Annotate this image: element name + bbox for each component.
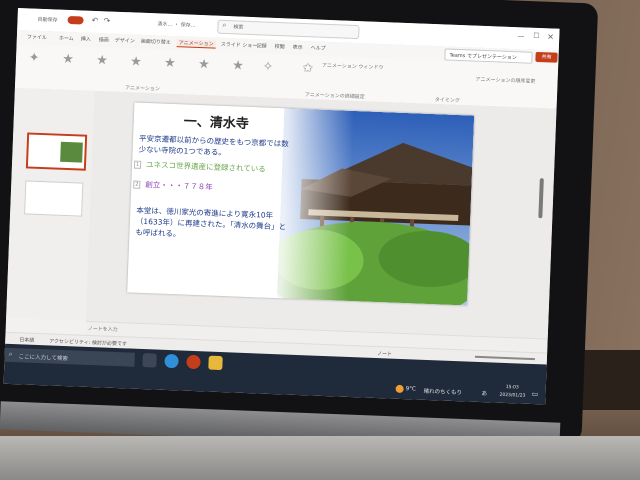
animation-appear-icon[interactable]: ★: [55, 52, 80, 83]
weather-icon[interactable]: [395, 384, 404, 394]
add-animation-icon[interactable]: ✩: [295, 61, 320, 92]
notes-placeholder: ノートを入力: [87, 325, 118, 334]
minimize-icon[interactable]: —: [517, 32, 524, 40]
tab-transitions[interactable]: 画面切り替え: [141, 38, 171, 46]
taskbar-search-box[interactable]: ⌕ ここに入力して検索: [4, 347, 135, 367]
search-placeholder: 検索: [233, 24, 244, 31]
tab-animations[interactable]: アニメーション: [176, 39, 216, 49]
clock-time[interactable]: 15:03: [506, 385, 519, 390]
laptop-base: [0, 436, 640, 480]
tab-home[interactable]: ホーム: [59, 35, 74, 43]
animation-fade-icon[interactable]: ★: [89, 53, 114, 84]
file-explorer-icon[interactable]: [208, 355, 223, 371]
vertical-scrollbar[interactable]: [538, 178, 544, 219]
body-line-7[interactable]: も呼ばれる。: [135, 227, 180, 240]
search-icon: ⌕: [222, 20, 227, 30]
undo-icon[interactable]: ↶: [91, 16, 98, 25]
taskbar-search-placeholder: ここに入力して検索: [18, 354, 69, 363]
tab-insert[interactable]: 挿入: [81, 35, 91, 42]
close-icon[interactable]: ✕: [547, 32, 554, 41]
notes-toggle-button[interactable]: ノート: [377, 350, 392, 358]
tab-help[interactable]: ヘルプ: [311, 44, 326, 52]
teams-present-label: Teams でプレゼンテーション: [449, 52, 517, 62]
powerpoint-icon[interactable]: [186, 354, 201, 370]
animation-float-icon[interactable]: ★: [157, 55, 182, 86]
animation-pane-button[interactable]: アニメーション ウィンドウ: [322, 62, 384, 71]
tab-draw[interactable]: 描画: [99, 36, 109, 43]
slide-thumbnail-1[interactable]: [25, 132, 88, 171]
notification-icon[interactable]: ▭: [531, 390, 538, 398]
weather-temperature[interactable]: 9°C: [406, 386, 416, 392]
slide-canvas: 一、清水寺 平安京遷都以前からの歴史をもつ京都では数 少ない寺院の1つである。 …: [86, 91, 557, 339]
slide-thumbnail-2[interactable]: [24, 180, 84, 217]
animation-none-icon[interactable]: ✦: [21, 50, 46, 81]
slide-title[interactable]: 一、清水寺: [183, 110, 249, 131]
ime-indicator[interactable]: あ: [481, 389, 487, 397]
tab-design[interactable]: デザイン: [115, 37, 135, 45]
maximize-icon[interactable]: ☐: [533, 32, 540, 40]
tab-record[interactable]: 記録: [257, 42, 267, 49]
weather-text[interactable]: 晴れのちくもり: [423, 387, 462, 396]
share-button[interactable]: 共有: [535, 51, 558, 63]
clock-date[interactable]: 2023/01/23: [499, 393, 525, 399]
slide[interactable]: 一、清水寺 平安京遷都以前からの歴史をもつ京都では数 少ない寺院の1つである。 …: [127, 102, 475, 306]
body-line-founded[interactable]: 創立・・・７７８年: [145, 179, 213, 193]
effect-options-icon[interactable]: ✧: [255, 59, 280, 90]
animation-group-label: アニメーション: [124, 85, 160, 93]
redo-icon[interactable]: ↷: [103, 16, 110, 25]
animation-marker-2[interactable]: 2: [133, 180, 141, 189]
timing-group-label: タイミング: [434, 97, 460, 105]
autosave-toggle[interactable]: [67, 15, 84, 25]
autosave-label: 自動保存: [37, 16, 58, 24]
tab-file[interactable]: ファイル: [27, 33, 47, 41]
tab-review[interactable]: 校閲: [275, 43, 285, 50]
reorder-title: アニメーションの順序変更: [475, 76, 536, 85]
animation-fly-icon[interactable]: ★: [123, 54, 148, 85]
search-icon: ⌕: [8, 349, 13, 359]
tab-view[interactable]: 表示: [293, 44, 303, 51]
task-view-icon[interactable]: [142, 353, 157, 368]
zoom-slider[interactable]: [474, 355, 535, 361]
photo-fade-overlay: [227, 106, 355, 301]
document-title: 清水… ・ 保存…: [157, 21, 196, 29]
tab-slideshow[interactable]: スライド ショー: [221, 41, 258, 49]
edge-browser-icon[interactable]: [164, 353, 179, 369]
animation-marker-1[interactable]: 1: [133, 160, 142, 169]
animation-split-icon[interactable]: ★: [191, 57, 216, 88]
body-line-2[interactable]: 少ない寺院の1つである。: [138, 144, 226, 158]
status-language[interactable]: 日本語: [19, 336, 34, 344]
laptop-screen: 自動保存 ↶ ↷ 清水… ・ 保存… ⌕ 検索 — ☐ ✕ ファイル ホーム 挿…: [3, 8, 560, 405]
slide-thumbnail-pane: [6, 87, 96, 321]
animation-wipe-icon[interactable]: ★: [225, 58, 250, 89]
